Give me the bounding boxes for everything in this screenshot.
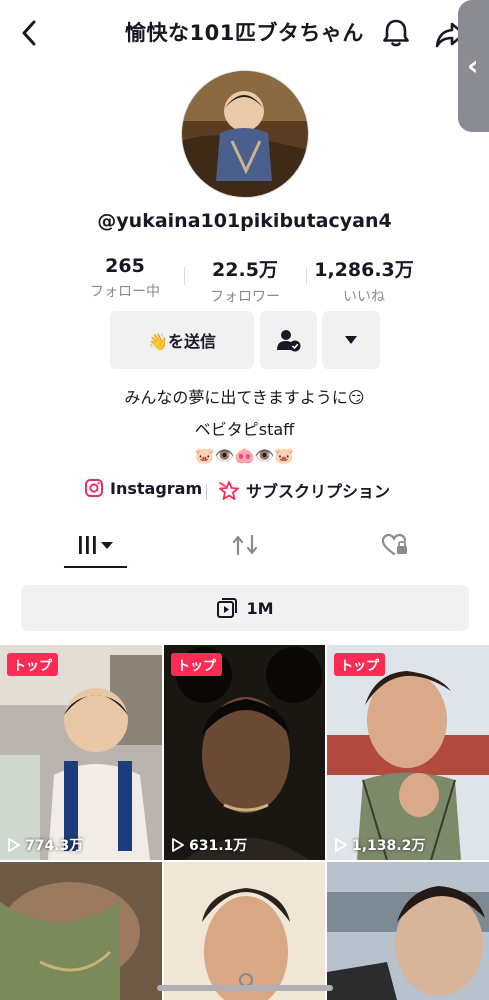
following-stat[interactable]: 265 フォロー中 <box>60 255 190 301</box>
view-count: 1,138.2万 <box>335 835 425 855</box>
link-divider <box>206 484 207 500</box>
top-badge: トップ <box>171 653 223 676</box>
likes-count: 1,286.3万 <box>314 259 414 281</box>
active-tab-indicator <box>64 566 127 568</box>
top-badge: トップ <box>334 653 386 676</box>
likes-label: いいね <box>343 289 385 305</box>
bell-icon <box>383 19 409 47</box>
grid-icon <box>78 536 113 554</box>
repost-icon <box>232 534 257 556</box>
profile-handle: @yukaina101pikibutacyan4 <box>97 210 392 232</box>
play-icon <box>172 838 184 852</box>
page-title: 愉快な101匹ブタちゃん <box>125 21 364 45</box>
bio-line: みんなの夢に出てきますように😏 <box>124 388 365 407</box>
playlist-icon <box>217 598 238 618</box>
subscription-icon <box>219 481 239 500</box>
send-wave-button[interactable]: 👋を送信 <box>110 311 254 369</box>
person-check-icon <box>276 330 300 352</box>
content-tabs <box>0 522 489 570</box>
playlist-button[interactable]: 1M <box>21 585 469 631</box>
notifications-button[interactable] <box>378 15 414 51</box>
video-thumbnail[interactable] <box>164 862 325 1000</box>
home-indicator <box>157 985 333 991</box>
chevron-left-icon: ‹ <box>467 49 479 82</box>
bio-line: 🐷👁️🐽👁️🐷 <box>194 446 295 465</box>
caret-down-icon <box>345 336 357 344</box>
video-thumbnail[interactable]: トップ 774.3万 <box>0 645 162 860</box>
back-button[interactable] <box>14 18 44 48</box>
add-friend-button[interactable] <box>260 311 317 369</box>
view-count-text: 631.1万 <box>189 838 248 854</box>
video-thumbnail[interactable]: トップ 1,138.2万 <box>327 645 489 860</box>
top-badge: トップ <box>7 653 59 676</box>
view-count-text: 774.3万 <box>25 838 84 854</box>
instagram-link[interactable]: Instagram <box>84 478 202 498</box>
tab-reposts[interactable] <box>213 522 276 568</box>
play-icon <box>8 838 20 852</box>
video-thumbnail[interactable] <box>327 862 489 1000</box>
followers-count: 22.5万 <box>212 259 278 281</box>
view-count-text: 1,138.2万 <box>352 838 426 854</box>
avatar[interactable] <box>181 70 309 198</box>
chevron-left-icon <box>22 20 36 46</box>
following-label: フォロー中 <box>90 284 160 300</box>
heart-lock-icon <box>381 533 407 556</box>
subscription-label: サブスクリプション <box>246 482 391 501</box>
video-grid: トップ 774.3万 トップ 631.1万 トップ 1,138.2万 <box>0 645 489 1000</box>
view-count: 631.1万 <box>172 835 247 855</box>
profile-header: 愉快な101匹ブタちゃん <box>0 0 489 66</box>
profile-actions: 👋を送信 <box>0 311 489 369</box>
bio-line: ベビタピstaff <box>194 420 295 439</box>
video-thumbnail[interactable] <box>0 862 162 1000</box>
play-icon <box>335 838 347 852</box>
followers-label: フォロワー <box>210 289 280 305</box>
tab-videos[interactable] <box>64 522 127 568</box>
profile-stats: 265 フォロー中 22.5万 フォロワー 1,286.3万 いいね <box>0 255 489 306</box>
side-panel-handle[interactable]: ‹ <box>458 0 489 132</box>
instagram-label: Instagram <box>110 478 203 498</box>
instagram-icon <box>85 479 103 497</box>
likes-stat[interactable]: 1,286.3万 いいね <box>299 255 429 306</box>
playlist-label: 1M <box>246 598 274 618</box>
followers-stat[interactable]: 22.5万 フォロワー <box>180 255 310 306</box>
subscription-link[interactable]: サブスクリプション <box>218 478 390 502</box>
tab-liked[interactable] <box>363 522 426 568</box>
view-count: 774.3万 <box>8 835 83 855</box>
more-options-button[interactable] <box>322 311 380 369</box>
video-thumbnail[interactable]: トップ 631.1万 <box>164 645 325 860</box>
profile-links: Instagram サブスクリプション <box>0 478 489 506</box>
following-count: 265 <box>105 255 145 277</box>
